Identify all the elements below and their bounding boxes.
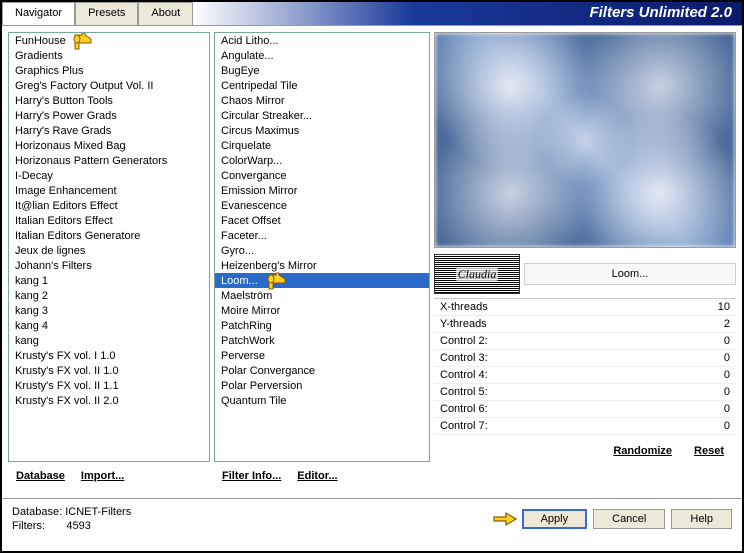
filter-info-button[interactable]: Filter Info... — [216, 468, 287, 484]
tabs: Navigator Presets About — [2, 2, 193, 25]
filter-item[interactable]: Angulate... — [215, 48, 429, 63]
category-item[interactable]: Harry's Button Tools — [9, 93, 209, 108]
filter-item[interactable]: Emission Mirror — [215, 183, 429, 198]
reset-button[interactable]: Reset — [688, 443, 730, 459]
author-logo: Claudia — [434, 254, 520, 294]
category-item[interactable]: kang 2 — [9, 288, 209, 303]
editor-button[interactable]: Editor... — [291, 468, 343, 484]
randomize-button[interactable]: Randomize — [607, 443, 678, 459]
filter-item[interactable]: Maelström — [215, 288, 429, 303]
param-value: 0 — [724, 352, 730, 364]
filter-item[interactable]: Perverse — [215, 348, 429, 363]
param-value: 0 — [724, 369, 730, 381]
category-item[interactable]: Greg's Factory Output Vol. II — [9, 78, 209, 93]
filter-item[interactable]: PatchRing — [215, 318, 429, 333]
category-item[interactable]: Krusty's FX vol. II 1.0 — [9, 363, 209, 378]
status-bar: Database: ICNET-Filters Filters: 4593 — [12, 505, 131, 533]
filter-item[interactable]: ColorWarp... — [215, 153, 429, 168]
footer: Database: ICNET-Filters Filters: 4593 Ap… — [2, 498, 742, 539]
filter-item[interactable]: Polar Perversion — [215, 378, 429, 393]
param-label: Y-threads — [440, 318, 487, 330]
cancel-button[interactable]: Cancel — [593, 509, 665, 529]
tab-navigator[interactable]: Navigator — [2, 2, 75, 25]
param-value: 0 — [724, 403, 730, 415]
preview-image — [434, 32, 736, 248]
category-item[interactable]: kang — [9, 333, 209, 348]
param-label: Control 5: — [440, 386, 488, 398]
param-value: 2 — [724, 318, 730, 330]
pointer-hand-icon — [492, 507, 520, 529]
category-item[interactable]: Johann's Filters — [9, 258, 209, 273]
category-item[interactable]: Krusty's FX vol. II 2.0 — [9, 393, 209, 408]
category-item[interactable]: kang 3 — [9, 303, 209, 318]
category-item[interactable]: Horizonaus Mixed Bag — [9, 138, 209, 153]
window-title: Filters Unlimited 2.0 — [193, 2, 742, 25]
param-value: 0 — [724, 335, 730, 347]
import-button[interactable]: Import... — [75, 468, 130, 484]
help-button[interactable]: Help — [671, 509, 732, 529]
tab-presets[interactable]: Presets — [75, 2, 138, 25]
filter-item[interactable]: PatchWork — [215, 333, 429, 348]
apply-button[interactable]: Apply — [522, 509, 588, 529]
category-item[interactable]: Image Enhancement — [9, 183, 209, 198]
filter-item[interactable]: Heizenberg's Mirror — [215, 258, 429, 273]
param-row[interactable]: Control 3: 0 — [434, 350, 736, 367]
param-label: Control 6: — [440, 403, 488, 415]
category-item[interactable]: Jeux de lignes — [9, 243, 209, 258]
param-value: 0 — [724, 420, 730, 432]
filter-item[interactable]: Centripedal Tile — [215, 78, 429, 93]
current-filter-name: Loom... — [524, 263, 736, 285]
param-label: X-threads — [440, 301, 488, 313]
category-item[interactable]: kang 4 — [9, 318, 209, 333]
filter-item[interactable]: Quantum Tile — [215, 393, 429, 408]
filter-list[interactable]: Acid Litho...Angulate...BugEyeCentripeda… — [214, 32, 430, 462]
filter-item[interactable]: Circus Maximus — [215, 123, 429, 138]
category-list[interactable]: FunHouseGradientsGraphics PlusGreg's Fac… — [8, 32, 210, 462]
param-row[interactable]: Control 7: 0 — [434, 418, 736, 435]
param-label: Control 2: — [440, 335, 488, 347]
category-item[interactable]: Harry's Rave Grads — [9, 123, 209, 138]
param-label: Control 7: — [440, 420, 488, 432]
category-item[interactable]: Italian Editors Effect — [9, 213, 209, 228]
filter-item[interactable]: Chaos Mirror — [215, 93, 429, 108]
filter-item[interactable]: Acid Litho... — [215, 33, 429, 48]
category-item[interactable]: Harry's Power Grads — [9, 108, 209, 123]
filter-item[interactable]: Convergance — [215, 168, 429, 183]
category-item[interactable]: Krusty's FX vol. II 1.1 — [9, 378, 209, 393]
filter-item[interactable]: Evanescence — [215, 198, 429, 213]
tab-about[interactable]: About — [138, 2, 193, 25]
category-item[interactable]: Italian Editors Generatore — [9, 228, 209, 243]
param-row[interactable]: Y-threads 2 — [434, 316, 736, 333]
filter-item[interactable]: Gyro... — [215, 243, 429, 258]
category-item[interactable]: I-Decay — [9, 168, 209, 183]
param-row[interactable]: Control 4: 0 — [434, 367, 736, 384]
category-item[interactable]: FunHouse — [9, 33, 209, 48]
filter-item[interactable]: Facet Offset — [215, 213, 429, 228]
main-area: FunHouseGradientsGraphics PlusGreg's Fac… — [2, 26, 742, 498]
filter-item[interactable]: Moire Mirror — [215, 303, 429, 318]
param-row[interactable]: Control 6: 0 — [434, 401, 736, 418]
filter-item[interactable]: Polar Convergance — [215, 363, 429, 378]
filter-item[interactable]: Circular Streaker... — [215, 108, 429, 123]
filter-item[interactable]: Faceter... — [215, 228, 429, 243]
filter-item[interactable]: BugEye — [215, 63, 429, 78]
category-item[interactable]: Horizonaus Pattern Generators — [9, 153, 209, 168]
param-value: 10 — [718, 301, 730, 313]
param-value: 0 — [724, 386, 730, 398]
category-item[interactable]: kang 1 — [9, 273, 209, 288]
category-item[interactable]: It@lian Editors Effect — [9, 198, 209, 213]
param-row[interactable]: Control 2: 0 — [434, 333, 736, 350]
database-button[interactable]: Database — [10, 468, 71, 484]
param-row[interactable]: Control 5: 0 — [434, 384, 736, 401]
param-label: Control 4: — [440, 369, 488, 381]
parameters-panel: X-threads10Y-threads2Control 2:0Control … — [434, 298, 736, 435]
category-item[interactable]: Gradients — [9, 48, 209, 63]
filter-item[interactable]: Loom... — [215, 273, 429, 288]
param-label: Control 3: — [440, 352, 488, 364]
filter-item[interactable]: Cirquelate — [215, 138, 429, 153]
header: Navigator Presets About Filters Unlimite… — [2, 2, 742, 26]
category-item[interactable]: Graphics Plus — [9, 63, 209, 78]
category-item[interactable]: Krusty's FX vol. I 1.0 — [9, 348, 209, 363]
param-row[interactable]: X-threads 10 — [434, 299, 736, 316]
